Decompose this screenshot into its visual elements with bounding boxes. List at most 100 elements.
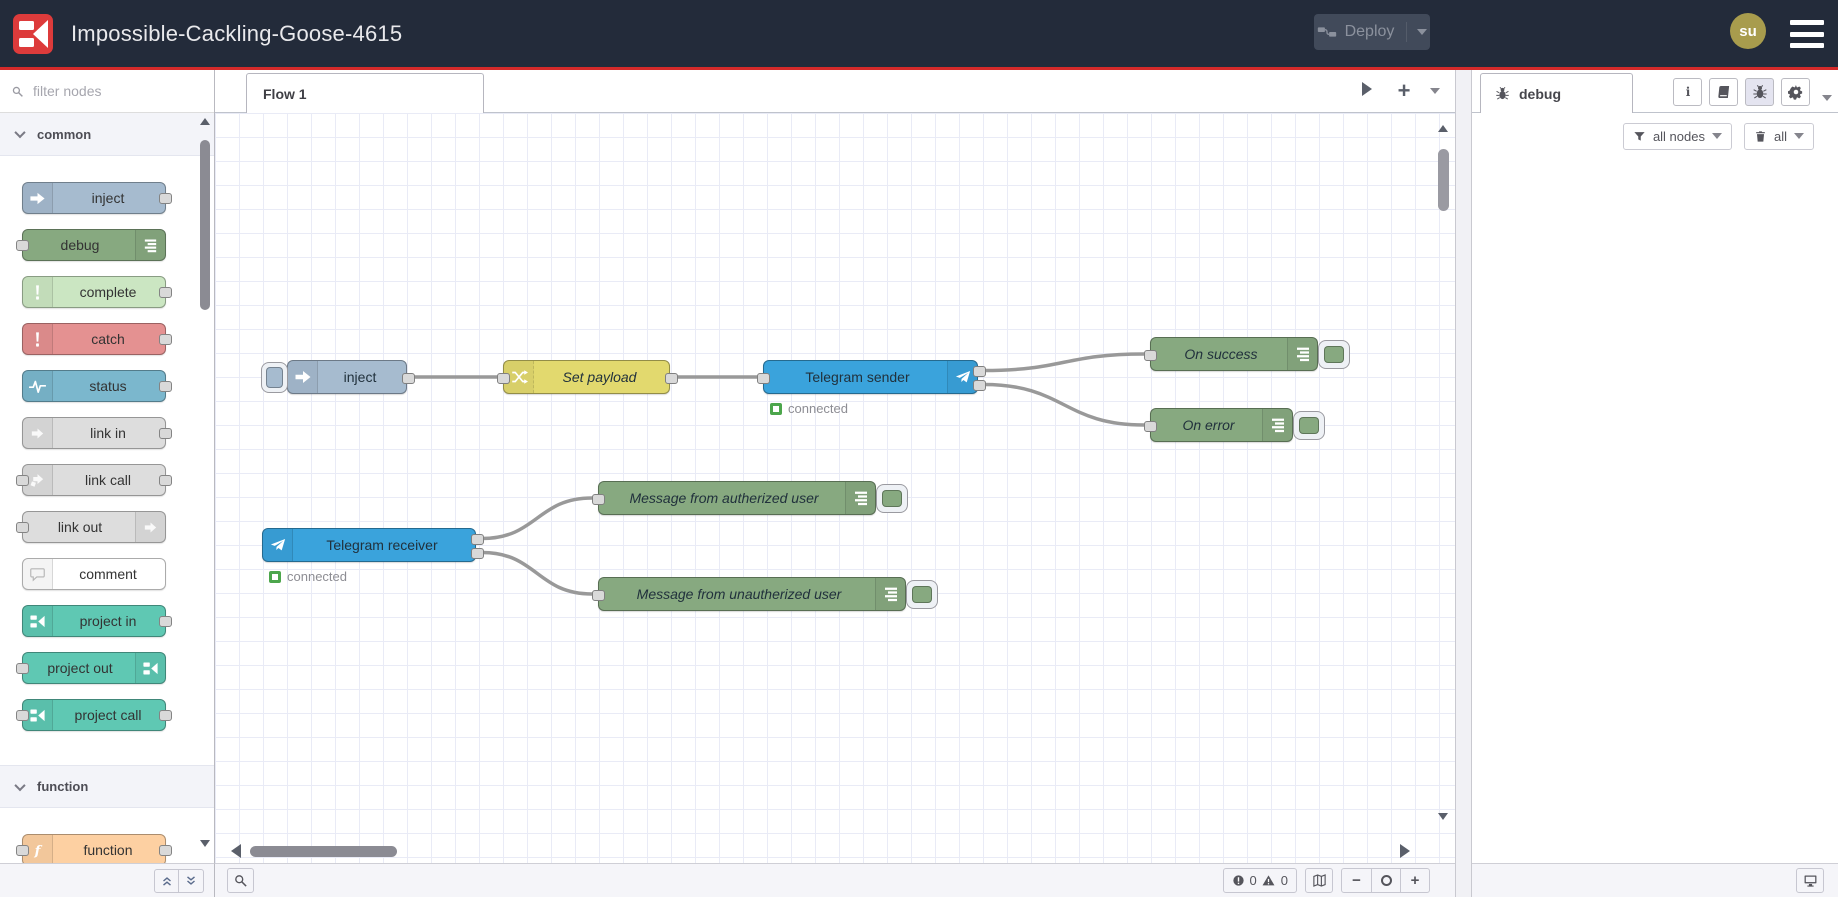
palette-category-function[interactable]: function xyxy=(0,765,214,808)
help-tab-button[interactable] xyxy=(1709,78,1738,106)
palette-node-complete[interactable]: complete xyxy=(22,276,172,308)
user-avatar[interactable]: su xyxy=(1730,13,1766,49)
node-port-output[interactable] xyxy=(159,710,172,721)
config-tab-button[interactable] xyxy=(1781,78,1810,106)
canvas-horizontal-scrollbar[interactable] xyxy=(250,846,397,857)
node-port-output[interactable] xyxy=(159,334,172,345)
node-port-output[interactable] xyxy=(973,380,986,391)
flow-list-button[interactable] xyxy=(1430,88,1440,94)
node-port-input[interactable] xyxy=(1144,349,1157,361)
palette-node-label: catch xyxy=(91,331,125,347)
palette-node-debug[interactable]: debug xyxy=(16,229,166,261)
node-port-output[interactable] xyxy=(402,372,415,384)
palette-scrollbar[interactable] xyxy=(200,140,210,310)
palette-scroll-up-button[interactable] xyxy=(200,118,210,125)
node-port-output[interactable] xyxy=(159,193,172,204)
flow-node-inject[interactable]: inject xyxy=(261,360,415,394)
canvas-scroll-up-button[interactable] xyxy=(1438,125,1448,132)
flow-node-telegram-sender[interactable]: Telegram sender connected xyxy=(757,360,986,416)
list-icon xyxy=(135,230,165,260)
zoom-controls: − + xyxy=(1341,868,1430,893)
debug-toggle-button[interactable] xyxy=(876,484,908,513)
palette-filter-input[interactable] xyxy=(31,82,181,100)
wire[interactable] xyxy=(982,382,1146,427)
palette-node-status[interactable]: status xyxy=(22,370,172,402)
debug-toggle-button[interactable] xyxy=(906,580,938,609)
palette-node-comment[interactable]: comment xyxy=(22,558,166,590)
node-port-input[interactable] xyxy=(1144,420,1157,432)
palette-node-inject[interactable]: inject xyxy=(22,182,172,214)
node-port-input[interactable] xyxy=(16,663,29,674)
flow-node-set-payload[interactable]: Set payload xyxy=(497,360,678,394)
node-port-output[interactable] xyxy=(159,287,172,298)
tab-flow-1[interactable]: Flow 1 xyxy=(246,73,484,113)
flow-node-msg-unauth[interactable]: Message from unautherized user xyxy=(592,577,938,611)
palette-node-project-out[interactable]: project out xyxy=(16,652,166,684)
node-port-input[interactable] xyxy=(757,372,770,384)
node-port-output[interactable] xyxy=(159,616,172,627)
expand-categories-button[interactable] xyxy=(179,868,204,893)
wire[interactable] xyxy=(480,496,594,541)
node-port-output[interactable] xyxy=(471,548,484,559)
node-port-input[interactable] xyxy=(592,589,605,601)
palette-node-link-out[interactable]: link out xyxy=(16,511,166,543)
tab-debug[interactable]: debug xyxy=(1480,73,1633,113)
main-menu-button[interactable] xyxy=(1790,20,1824,48)
debug-toggle-button[interactable] xyxy=(1293,411,1325,440)
node-port-output[interactable] xyxy=(471,534,484,545)
canvas-vertical-scrollbar[interactable] xyxy=(1438,149,1449,211)
node-port-output[interactable] xyxy=(973,366,986,377)
palette-node-function[interactable]: f function xyxy=(16,834,172,863)
wire[interactable] xyxy=(480,550,594,596)
flow-node-on-success[interactable]: On success xyxy=(1144,337,1350,371)
flow-canvas[interactable]: inject Set payload Telegram sender connecte… xyxy=(215,113,1455,863)
canvas-scroll-left-button[interactable] xyxy=(231,844,241,858)
node-port-input[interactable] xyxy=(16,845,29,856)
debug-filter-button[interactable]: all nodes xyxy=(1622,122,1732,150)
link-icon xyxy=(23,418,53,448)
sidebar-menu-button[interactable] xyxy=(1822,88,1832,106)
node-port-input[interactable] xyxy=(592,493,605,505)
debug-clear-button[interactable]: all xyxy=(1743,122,1814,150)
deploy-menu-button[interactable] xyxy=(1406,22,1428,42)
node-port-output[interactable] xyxy=(159,428,172,439)
palette-scroll-down-button[interactable] xyxy=(200,840,210,847)
debug-tab-button[interactable] xyxy=(1745,78,1774,106)
node-port-output[interactable] xyxy=(665,372,678,384)
wire[interactable] xyxy=(982,352,1146,373)
zoom-in-button[interactable]: + xyxy=(1400,869,1429,892)
node-port-output[interactable] xyxy=(159,475,172,486)
node-port-input[interactable] xyxy=(16,710,29,721)
canvas-scroll-down-button[interactable] xyxy=(1438,813,1448,820)
flow-node-msg-auth[interactable]: Message from autherized user xyxy=(592,481,908,515)
canvas-scroll-right-button[interactable] xyxy=(1400,844,1410,858)
palette-node-project-call[interactable]: project call xyxy=(16,699,172,731)
node-red-editor: Impossible-Cackling-Goose-4615 Deploy su… xyxy=(0,0,1838,897)
debug-toggle-button[interactable] xyxy=(1318,340,1350,369)
palette-node-link-call[interactable]: link call xyxy=(16,464,172,496)
palette-node-link-in[interactable]: link in xyxy=(22,417,172,449)
flow-node-on-error[interactable]: On error xyxy=(1144,408,1325,442)
deploy-button[interactable]: Deploy xyxy=(1314,14,1430,50)
node-port-input[interactable] xyxy=(497,372,510,384)
node-port-input[interactable] xyxy=(16,475,29,486)
search-flows-button[interactable] xyxy=(227,868,254,893)
add-flow-button[interactable]: + xyxy=(1391,76,1417,106)
inject-trigger-button[interactable] xyxy=(261,362,288,393)
tab-scroll-right-button[interactable] xyxy=(1362,82,1372,96)
zoom-reset-button[interactable] xyxy=(1371,869,1400,892)
node-port-input[interactable] xyxy=(16,522,29,533)
zoom-out-button[interactable]: − xyxy=(1342,869,1371,892)
info-tab-button[interactable]: i xyxy=(1673,78,1702,106)
palette-node-project-in[interactable]: project in xyxy=(22,605,172,637)
node-port-output[interactable] xyxy=(159,381,172,392)
node-port-input[interactable] xyxy=(16,240,29,251)
open-window-button[interactable] xyxy=(1796,868,1824,893)
node-port-output[interactable] xyxy=(159,845,172,856)
flow-node-telegram-receiver[interactable]: Telegram receiver connected xyxy=(262,528,484,584)
palette-category-common[interactable]: common xyxy=(0,113,214,156)
navigator-button[interactable] xyxy=(1305,868,1333,893)
palette-node-catch[interactable]: catch xyxy=(22,323,172,355)
collapse-categories-button[interactable] xyxy=(154,868,179,893)
sidebar-splitter[interactable] xyxy=(1455,70,1472,897)
